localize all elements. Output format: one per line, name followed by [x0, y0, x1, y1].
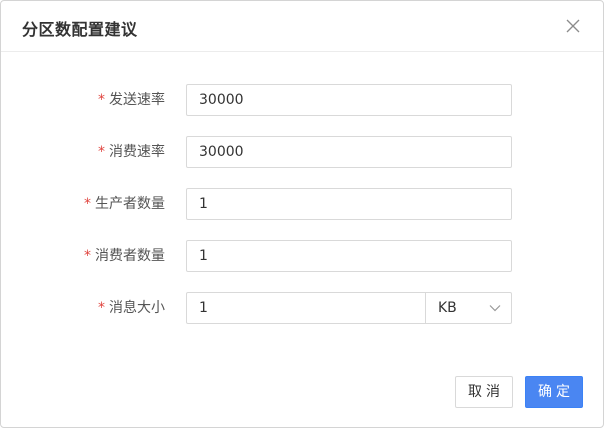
- consume-rate-input[interactable]: 30000: [186, 136, 512, 168]
- dialog-header: 分区数配置建议: [1, 1, 603, 52]
- chevron-down-icon: [489, 305, 501, 312]
- unit-selected-value: KB: [438, 300, 457, 316]
- required-mark: *: [98, 300, 105, 316]
- required-mark: *: [98, 92, 105, 108]
- required-mark: *: [84, 196, 91, 212]
- confirm-button[interactable]: 确定: [525, 376, 583, 408]
- form-row-send-rate: * 发送速率 30000: [1, 84, 603, 116]
- close-button[interactable]: [564, 17, 582, 35]
- consumer-count-input[interactable]: 1: [186, 240, 512, 272]
- send-rate-input[interactable]: 30000: [186, 84, 512, 116]
- form-row-producer-count: * 生产者数量 1: [1, 188, 603, 220]
- dialog-title: 分区数配置建议: [22, 20, 138, 39]
- cancel-button[interactable]: 取消: [455, 376, 513, 408]
- message-size-input[interactable]: 1: [186, 292, 426, 324]
- producer-count-label: * 生产者数量: [84, 196, 165, 212]
- form-row-message-size: * 消息大小 1 KB: [1, 292, 603, 324]
- consumer-count-label: * 消费者数量: [84, 248, 165, 264]
- message-size-label: * 消息大小: [98, 300, 165, 316]
- required-mark: *: [84, 248, 91, 264]
- form-row-consumer-count: * 消费者数量 1: [1, 240, 603, 272]
- message-size-unit-select[interactable]: KB: [425, 292, 512, 324]
- form-row-consume-rate: * 消费速率 30000: [1, 136, 603, 168]
- producer-count-input[interactable]: 1: [186, 188, 512, 220]
- partition-config-dialog: 分区数配置建议 * 发送速率 30000 * 消费速率 30000 * 生产者数量 1…: [0, 0, 604, 428]
- required-mark: *: [98, 144, 105, 160]
- send-rate-label: * 发送速率: [98, 92, 165, 108]
- close-icon: [566, 19, 580, 33]
- consume-rate-label: * 消费速率: [98, 144, 165, 160]
